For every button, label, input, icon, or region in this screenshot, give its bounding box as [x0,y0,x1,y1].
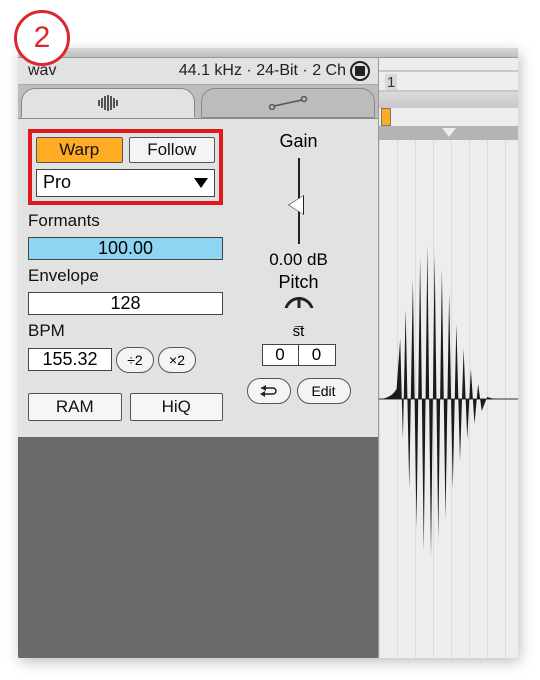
warp-mode-value: Pro [43,172,71,193]
warp-mode-select[interactable]: Pro [36,169,215,197]
warp-button[interactable]: Warp [36,137,123,163]
pitch-fields[interactable]: 0 0 [262,344,336,366]
edit-button[interactable]: Edit [297,378,351,404]
tab-envelope[interactable] [201,88,375,118]
warp-highlight: Warp Follow Pro [28,129,223,205]
timeline-marker: 1 [385,74,397,91]
envelope-label: Envelope [28,266,223,286]
bpm-double-button[interactable]: ×2 [158,347,196,373]
panel-body: Warp Follow Pro Formants 100.00 Envelope… [18,119,378,437]
gain-label: Gain [279,131,317,152]
clip-properties-panel: wav 44.1 kHz · 24-Bit · 2 Ch [18,58,378,658]
waveform-area[interactable]: 1 [378,58,518,658]
ram-button[interactable]: RAM [28,393,122,421]
hiq-button[interactable]: HiQ [130,393,224,421]
follow-button[interactable]: Follow [129,137,216,163]
file-status-bar: wav 44.1 kHz · 24-Bit · 2 Ch [18,58,378,85]
bpm-half-button[interactable]: ÷2 [116,347,154,373]
pitch-semitones[interactable]: 0 [263,345,299,365]
panel-tabs [18,85,378,119]
loop-handle[interactable] [379,126,518,140]
gain-slider[interactable] [296,158,302,244]
envelope-value[interactable]: 128 [28,292,223,315]
bpm-label: BPM [28,321,223,341]
step-badge: 2 [14,10,70,66]
tab-sample[interactable] [21,88,195,118]
audio-waveform [378,140,518,658]
pitch-cents[interactable]: 0 [299,345,335,365]
warp-marker-icon[interactable] [381,108,391,126]
gain-value: 0.00 dB [269,250,328,270]
formants-label: Formants [28,211,223,231]
reverse-button[interactable] [247,378,291,404]
pitch-knob[interactable] [284,297,314,327]
formants-value[interactable]: 100.00 [28,237,223,260]
file-format-info: 44.1 kHz · 24-Bit · 2 Ch [179,62,346,80]
chevron-down-icon [194,178,208,188]
clip-panel-window: wav 44.1 kHz · 24-Bit · 2 Ch [18,48,518,658]
step-number: 2 [34,21,51,55]
window-titlebar[interactable] [18,48,518,58]
bpm-value[interactable]: 155.32 [28,348,112,371]
pitch-label: Pitch [278,272,318,293]
save-icon[interactable] [350,61,370,81]
chevron-down-icon [442,128,456,137]
